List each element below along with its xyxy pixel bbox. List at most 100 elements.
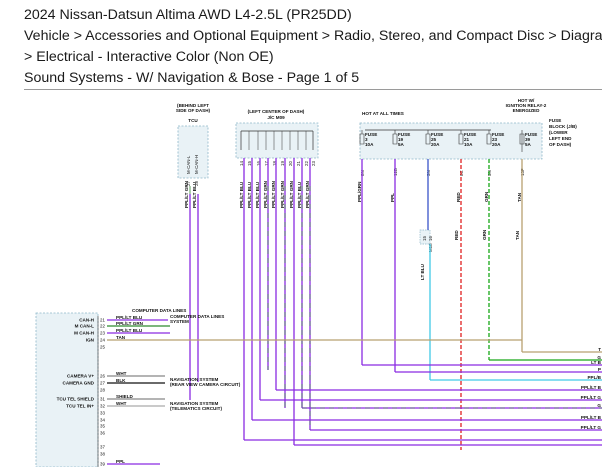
diagram-subtitle: Sound Systems - W/ Navigation & Bose - P… xyxy=(24,70,360,86)
edge-label: PPL/LT B xyxy=(581,385,602,390)
wire-label: RED xyxy=(454,230,459,240)
wire-label: PPL/LT GRN xyxy=(271,180,276,208)
cdl-note: COMPUTER DATA LINES xyxy=(132,308,186,313)
fuse-block-label: (LOWER xyxy=(549,130,568,135)
wire-label: PPL/LT BLU xyxy=(297,181,302,208)
wire-label: PPL/LT GRN xyxy=(116,321,144,326)
fuse-amp: 10A xyxy=(464,142,473,147)
edge-label: PPL/LT G xyxy=(581,395,602,400)
radio-pin-signal: M CAN-H xyxy=(74,331,95,336)
edge-label: P xyxy=(598,367,601,372)
radio-pin-signal: CAN-H xyxy=(79,318,94,323)
wire-label: PPL/LT BLU xyxy=(116,328,143,333)
tcu-signal: M-CAN-L xyxy=(186,155,191,174)
fuse-amp: 5A xyxy=(398,142,405,147)
wire-label: PPL/LT BLU xyxy=(116,315,143,320)
fuse-block-label: FUSE xyxy=(549,118,561,123)
fuse-block-label: BLOCK (J/B) xyxy=(549,124,577,129)
radio-pin: 21 xyxy=(100,318,105,323)
wire-label: TAN xyxy=(515,230,520,240)
tcu-signal: M-CAN-H xyxy=(194,155,199,174)
radio-pin: 23 xyxy=(100,331,105,336)
fuse-amp: 20A xyxy=(431,142,440,147)
edge-label: PPL/B xyxy=(587,375,601,380)
fuse-amp: 20A xyxy=(492,142,501,147)
jc-pin-labels: 14 15 16 17 18 19 20 21 22 23PPL/LT BLU PPL/LT BLU… xyxy=(239,161,316,208)
wiring-diagram: (BEHIND LEFT SIDE OF DASH) TCU M-CAN-L M… xyxy=(35,98,602,467)
jc-pin: 14 xyxy=(239,161,244,166)
jc-location: (LEFT CENTER OF DASH) xyxy=(248,109,305,114)
wire-label: SHIELD xyxy=(116,394,134,399)
radio-pin-signal: CAMERA GND xyxy=(63,381,95,386)
wire-label: PPL/LT BLU xyxy=(247,181,252,208)
radio-pin: 24 xyxy=(100,338,105,343)
fuse-block-label: LEFT END xyxy=(549,136,572,141)
wire-label: PPL/LT GRN xyxy=(184,180,189,208)
radio-pin: 27 xyxy=(100,381,105,386)
radio-pin-signal: IGN xyxy=(86,338,95,343)
radio-pin: 32 xyxy=(100,404,105,409)
jc-pin: 23 xyxy=(311,161,316,166)
wire-label: RED xyxy=(456,192,461,202)
fuse-amp: 10A xyxy=(365,142,374,147)
wire-label: PPL/LT BLU xyxy=(192,181,197,208)
wire-label: GRN xyxy=(484,191,489,202)
wire-label: LT BLU xyxy=(420,263,425,280)
wire-label: PPL/LT BLU xyxy=(255,181,260,208)
wire-label: TAN xyxy=(517,192,522,202)
edge-label: LT B xyxy=(591,360,602,365)
radio-pin: 35 xyxy=(100,424,105,429)
wire-label: PPL/LT GRN xyxy=(305,180,310,208)
wire-label: PPL/LT GRN xyxy=(263,180,268,208)
cdl-note: SYSTEM xyxy=(170,319,189,324)
tel-note: (TELEMATICS CIRCUIT) xyxy=(170,406,222,411)
splice-pin: 15 xyxy=(422,236,427,241)
wire-label: PPL/GRN xyxy=(357,181,362,202)
edge-label: T xyxy=(598,347,601,352)
jc-pin: 20 xyxy=(288,161,293,166)
fuse-amp: 5A xyxy=(525,142,532,147)
jc-pin: 19 xyxy=(280,161,285,166)
radio-pin: 38 xyxy=(100,452,105,457)
radio-pin-signal: M CAN-L xyxy=(75,324,95,329)
wire-label: TAN xyxy=(116,335,126,340)
wire-label: PPL/LT BLU xyxy=(239,181,244,208)
edge-label: PPL/LT B xyxy=(581,415,602,420)
radio-pin: 33 xyxy=(100,411,105,416)
tcu-module: (BEHIND LEFT SIDE OF DASH) TCU M-CAN-L M… xyxy=(176,103,211,208)
wire-label: GRN xyxy=(482,229,487,240)
radio-pin: 36 xyxy=(100,431,105,436)
jc-name: J/C M09 xyxy=(267,115,285,120)
breadcrumb[interactable]: Vehicle > Accessories and Optional Equip… xyxy=(24,26,602,46)
hot-with-label: ENERGIZED xyxy=(513,108,540,113)
fuse-block: HOT AT ALL TIMES HOT W/ IGNITION RELAY-2… xyxy=(359,98,577,160)
jc-pin: 21 xyxy=(296,161,301,166)
breadcrumb-continued[interactable]: > Electrical - Interactive Color (Non OE… xyxy=(24,47,274,67)
wire-label: WHT xyxy=(116,371,127,376)
page-title: 2024 Nissan-Datsun Altima AWD L4-2.5L (P… xyxy=(24,7,352,23)
wire-label: BLK xyxy=(116,378,126,383)
radio-pin: 26 xyxy=(100,374,105,379)
edge-label: PPL/LT G xyxy=(581,425,602,430)
radio-pin-signal: TCU TEL SHIELD xyxy=(57,397,95,402)
radio-pin-signal: TCU TEL IN+ xyxy=(66,404,94,409)
jc-pin: 22 xyxy=(304,161,309,166)
radio-pin: 22 xyxy=(100,324,105,329)
radio-pin: 25 xyxy=(100,345,105,350)
radio-pin: 34 xyxy=(100,418,105,423)
wire-label: PPL/LT GRN xyxy=(280,180,285,208)
radio-pin: 37 xyxy=(100,445,105,450)
tcu-location: SIDE OF DASH) xyxy=(176,108,211,113)
wire-label: PPL xyxy=(390,193,395,202)
radio-pin-signal: CAMERA V+ xyxy=(67,374,94,379)
tcu-name: TCU xyxy=(188,118,198,123)
wire-label: WHT xyxy=(116,401,127,406)
fuse-block-label: OF DASH) xyxy=(549,142,572,147)
splice-m18: 15 16 M18 LT BLU xyxy=(419,229,433,280)
wire-label: PPL/LT GRN xyxy=(289,180,294,208)
hot-at-all-times: HOT AT ALL TIMES xyxy=(362,111,404,116)
wire-label: PPL xyxy=(116,459,125,464)
radio-pin: 28 xyxy=(100,388,105,393)
cam-note: (REAR VIEW CAMERA CIRCUIT) xyxy=(170,382,241,387)
junction-connector: (LEFT CENTER OF DASH) J/C M09 xyxy=(235,109,319,159)
